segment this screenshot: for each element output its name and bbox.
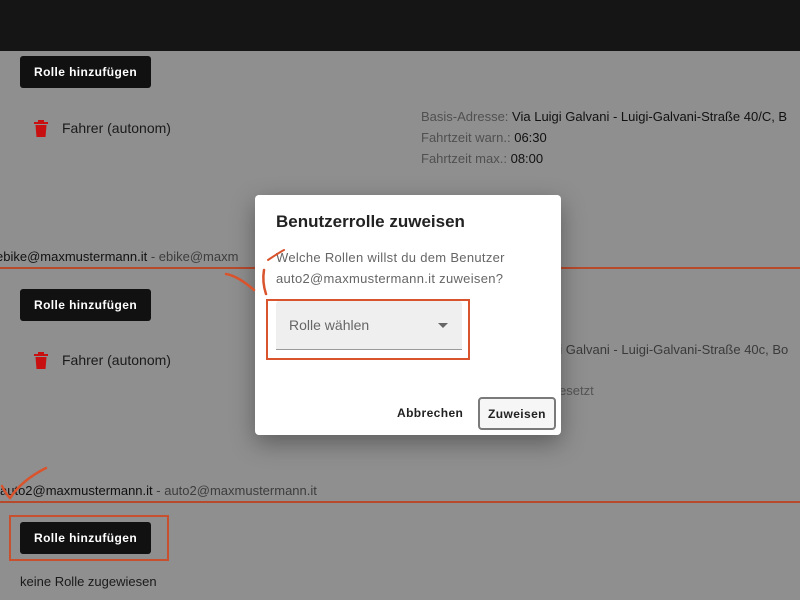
separator: - xyxy=(152,483,165,498)
drive-max-label: Fahrtzeit max.: xyxy=(421,151,507,166)
role-select[interactable]: Rolle wählen xyxy=(276,301,462,350)
divider xyxy=(0,501,800,503)
add-role-button-user-1[interactable]: Rolle hinzufügen xyxy=(20,56,152,88)
role-name-user-2: Fahrer (autonom) xyxy=(62,352,171,368)
dialog-title: Benutzerrolle zuweisen xyxy=(276,212,465,231)
base-address-label: Basis-Adresse: xyxy=(421,109,509,124)
chevron-down-icon xyxy=(438,323,448,328)
user-2-status: esetzt xyxy=(559,383,594,398)
user-1-details: Basis-Adresse: Via Luigi Galvani - Luigi… xyxy=(421,106,787,169)
user-3-email-secondary: auto2@maxmustermann.it xyxy=(164,483,317,498)
user-2-address: gi Galvani - Luigi-Galvani-Straße 40c, B… xyxy=(552,342,789,357)
role-select-placeholder: Rolle wählen xyxy=(289,317,370,333)
top-bar xyxy=(0,0,800,51)
no-role-text: keine Rolle zugewiesen xyxy=(20,574,157,589)
user-2-email-secondary: ebike@maxm xyxy=(158,249,239,264)
user-2-email-line: ebike@maxmustermann.it - ebike@maxm xyxy=(0,249,238,264)
trash-icon[interactable] xyxy=(34,352,48,369)
dialog-message: Welche Rollen willst du dem Benutzer aut… xyxy=(276,250,505,286)
trash-icon[interactable] xyxy=(34,120,48,137)
drive-warn-label: Fahrtzeit warn.: xyxy=(421,130,511,145)
confirm-button[interactable]: Zuweisen xyxy=(478,397,556,430)
drive-warn-value: 06:30 xyxy=(514,130,547,145)
assign-role-dialog: Benutzerrolle zuweisen Welche Rollen wil… xyxy=(255,195,561,435)
base-address-value: Via Luigi Galvani - Luigi-Galvani-Straße… xyxy=(512,109,788,124)
cancel-button[interactable]: Abbrechen xyxy=(389,398,472,428)
add-role-button-user-3[interactable]: Rolle hinzufügen xyxy=(20,522,152,554)
separator: - xyxy=(147,249,159,264)
drive-max-value: 08:00 xyxy=(510,151,544,166)
user-2-email: ebike@maxmustermann.it xyxy=(0,249,148,264)
add-role-button-user-2[interactable]: Rolle hinzufügen xyxy=(20,289,152,321)
user-3-email: auto2@maxmustermann.it xyxy=(0,483,153,498)
user-3-email-line: auto2@maxmustermann.it - auto2@maxmuster… xyxy=(0,483,317,498)
role-name-user-1: Fahrer (autonom) xyxy=(62,120,171,136)
